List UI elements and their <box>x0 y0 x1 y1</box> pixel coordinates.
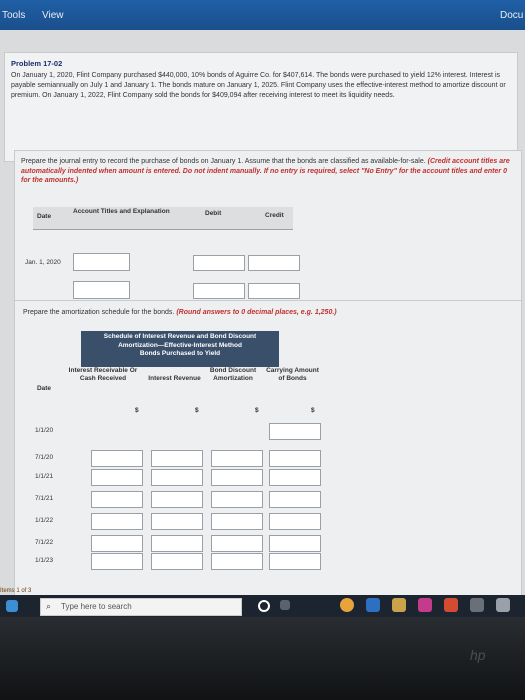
amort-row-date: 1/1/21 <box>35 473 54 480</box>
debit-input-1[interactable] <box>193 255 245 271</box>
currency-symbol: $ <box>195 407 199 414</box>
amort-cell-input[interactable] <box>151 491 203 508</box>
amort-cell-input[interactable] <box>269 535 321 552</box>
amort-note: (Round answers to 0 decimal places, e.g.… <box>176 309 337 316</box>
amort-col-interest-receivable: Interest Receivable Or Cash Received <box>68 367 138 382</box>
hp-logo-icon: hp <box>470 647 486 663</box>
amort-cell-input[interactable] <box>211 553 263 570</box>
amort-cell-input[interactable] <box>211 450 263 467</box>
app-menu-bar: Tools View Docu <box>0 0 525 30</box>
amortization-card: Prepare the amortization schedule for th… <box>14 300 522 597</box>
laptop-bezel: hp <box>0 617 525 700</box>
amort-cell-input[interactable] <box>269 450 321 467</box>
amort-col-bond-discount: Bond Discount Amortization <box>209 367 257 382</box>
currency-symbol: $ <box>311 407 315 414</box>
amort-cell-input[interactable] <box>269 491 321 508</box>
amort-row-date: 1/1/23 <box>35 557 54 564</box>
document-label: Docu <box>500 10 524 21</box>
schedule-title-line1: Schedule of Interest Revenue and Bond Di… <box>103 333 257 340</box>
menu-tools[interactable]: Tools <box>2 10 25 21</box>
amort-cell-input[interactable] <box>211 469 263 486</box>
store-icon[interactable] <box>418 598 432 612</box>
amort-cell-input[interactable] <box>91 450 143 467</box>
amort-row-date: 7/1/20 <box>35 454 54 461</box>
schedule-title-line3: Bonds Purchased to Yield <box>139 350 221 357</box>
chrome-icon[interactable] <box>340 598 354 612</box>
journal-col-debit: Debit <box>205 210 222 217</box>
amort-col-carrying-amount: Carrying Amount of Bonds <box>266 367 319 382</box>
schedule-title-line2: Amortization—Effective-Interest Method <box>118 341 242 349</box>
amort-cell-input[interactable] <box>269 469 321 486</box>
search-icon: ⌕ <box>46 601 52 611</box>
amort-cell-input[interactable] <box>91 553 143 570</box>
cortana-icon[interactable] <box>258 600 270 612</box>
amort-row-date: 1/1/20 <box>35 427 54 434</box>
items-counter: Items 1 of 3 <box>0 588 32 594</box>
schedule-title: Schedule of Interest Revenue and Bond Di… <box>81 331 279 367</box>
amort-cell-input[interactable] <box>269 553 321 570</box>
amort-cell-input[interactable] <box>269 513 321 530</box>
journal-row-date: Jan. 1, 2020 <box>25 259 61 266</box>
amort-prompt-text: Prepare the amortization schedule for th… <box>23 309 175 316</box>
amort-row-date: 7/1/21 <box>35 495 54 502</box>
account-title-input-2[interactable] <box>73 281 130 299</box>
amort-cell-input[interactable] <box>151 553 203 570</box>
task-view-icon[interactable] <box>280 600 290 610</box>
problem-card: Problem 17-02 On January 1, 2020, Flint … <box>4 52 518 162</box>
amort-row-date: 1/1/22 <box>35 517 54 524</box>
amort-cell-input[interactable] <box>151 513 203 530</box>
calculator-icon[interactable] <box>496 598 510 612</box>
journal-prompt: Prepare the journal entry to record the … <box>21 157 516 186</box>
amort-col-interest-revenue: Interest Revenue <box>148 375 201 382</box>
problem-title: Problem 17-02 <box>11 59 63 68</box>
amort-cell-input[interactable] <box>211 491 263 508</box>
app-icon[interactable] <box>470 598 484 612</box>
amort-cell-input[interactable] <box>151 535 203 552</box>
debit-input-2[interactable] <box>193 283 245 299</box>
amort-cell-input[interactable] <box>91 535 143 552</box>
amort-cell-input[interactable] <box>211 513 263 530</box>
amort-prompt: Prepare the amortization schedule for th… <box>23 309 337 316</box>
problem-text: On January 1, 2020, Flint Company purcha… <box>11 72 506 99</box>
search-placeholder: Type here to search <box>61 602 132 611</box>
journal-col-date: Date <box>37 213 52 220</box>
amort-cell-input[interactable] <box>151 469 203 486</box>
amort-cell-input[interactable] <box>151 450 203 467</box>
currency-symbol: $ <box>135 407 139 414</box>
windows-start-icon[interactable] <box>6 600 18 612</box>
amort-cell-input[interactable] <box>91 491 143 508</box>
content-page: Problem 17-02 On January 1, 2020, Flint … <box>0 30 525 597</box>
taskbar-search-input[interactable]: ⌕ Type here to search <box>40 598 242 616</box>
amort-cell-input[interactable] <box>91 513 143 530</box>
amort-col-date: Date <box>36 385 52 392</box>
menu-view[interactable]: View <box>42 10 64 21</box>
edge-icon[interactable] <box>366 598 380 612</box>
journal-col-account: Account Titles and Explanation <box>73 208 170 215</box>
file-explorer-icon[interactable] <box>392 598 406 612</box>
journal-prompt-text: Prepare the journal entry to record the … <box>21 158 426 165</box>
app-icon[interactable] <box>444 598 458 612</box>
amort-cell-input[interactable] <box>211 535 263 552</box>
credit-input-2[interactable] <box>248 283 300 299</box>
amort-cell-input[interactable] <box>269 423 321 440</box>
credit-input-1[interactable] <box>248 255 300 271</box>
account-title-input-1[interactable] <box>73 253 130 271</box>
amort-row-date: 7/1/22 <box>35 539 54 546</box>
journal-col-credit: Credit <box>265 212 284 219</box>
amort-cell-input[interactable] <box>91 469 143 486</box>
currency-symbol: $ <box>255 407 259 414</box>
